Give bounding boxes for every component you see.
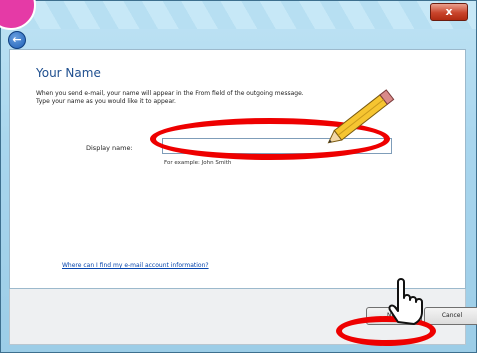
- title-bar: x: [1, 1, 476, 29]
- close-button[interactable]: x: [430, 3, 468, 21]
- back-button[interactable]: ←: [8, 31, 26, 49]
- account-info-help-link[interactable]: Where can I find my e-mail account infor…: [62, 262, 209, 269]
- pointing-hand-icon: [388, 278, 423, 325]
- display-name-label: Display name:: [86, 144, 133, 152]
- back-arrow-icon: ←: [12, 33, 22, 46]
- page-title: Your Name: [36, 66, 101, 80]
- display-name-example: For example: John Smith: [164, 160, 232, 166]
- pencil-icon: [327, 89, 395, 144]
